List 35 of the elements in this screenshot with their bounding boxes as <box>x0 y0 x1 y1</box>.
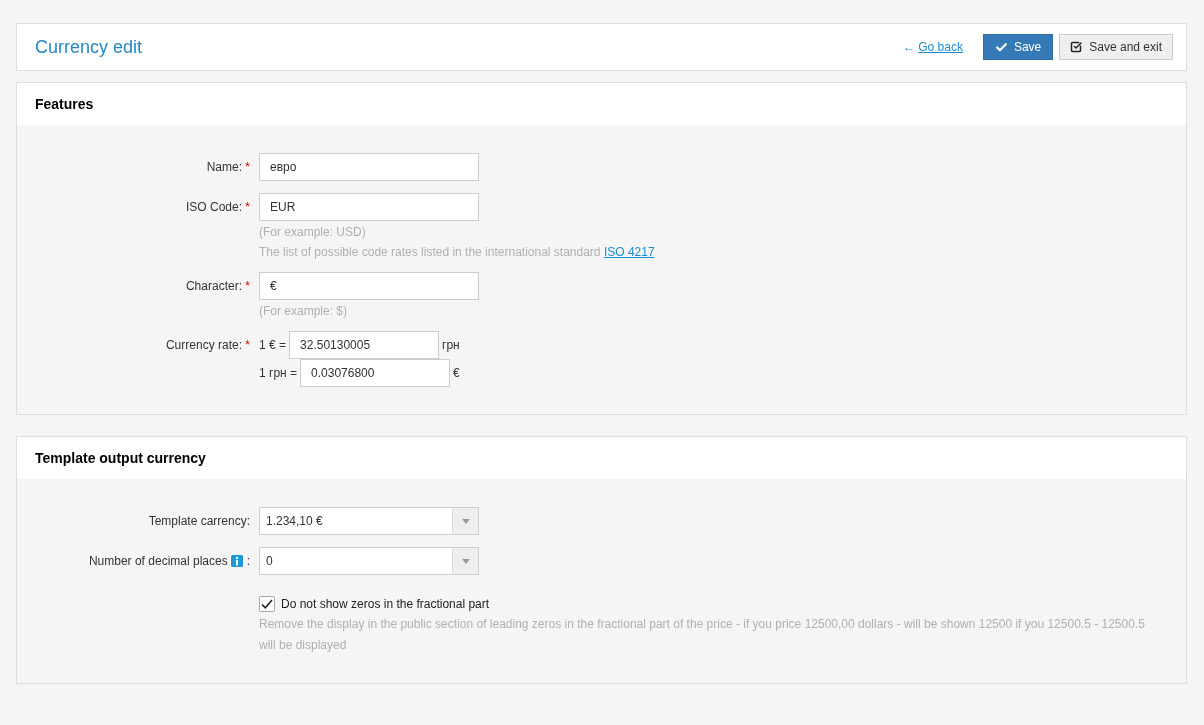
checkmark-icon <box>261 599 273 609</box>
page-title: Currency edit <box>35 35 143 59</box>
save-and-exit-button[interactable]: Save and exit <box>1059 34 1173 60</box>
field-label: ISO Code: * <box>185 199 250 216</box>
panel-title: Features <box>35 94 94 114</box>
rate-unit: грн <box>442 337 460 354</box>
dropdown[interactable]: 0 <box>259 547 479 575</box>
caret-down-icon <box>461 558 470 564</box>
checkbox-label: Do not show zeros in the fractional part <box>281 596 490 613</box>
field-label: Number of decimal places <box>88 553 228 570</box>
help-text: The list of possible code rates listed in the international standard ISO 4217 <box>259 244 656 261</box>
go-back-link[interactable]: ← Go back <box>902 38 963 56</box>
rate-unit: € <box>453 365 460 382</box>
dropdown[interactable]: 1.234,10 € <box>259 507 479 535</box>
field-label: Character: * <box>185 278 250 295</box>
text-field[interactable]: EUR <box>259 193 479 221</box>
panel-title: Template output currency <box>35 448 206 468</box>
checkbox[interactable] <box>259 596 275 612</box>
text-field[interactable]: 0.03076800 <box>300 359 451 387</box>
text-field[interactable]: евро <box>259 153 479 181</box>
field-label: Name: * <box>206 159 250 176</box>
help-text: (For example: $) <box>259 303 349 320</box>
help-text: Remove the display in the public section of leading zeros in the fractional part of the price - if you price 12500,00 dollars - will be shown 12500 if you 12500.5 - 12500.5 will be displayed <box>259 616 1146 654</box>
save-button[interactable]: Save <box>982 34 1054 60</box>
rate-prefix: 1 грн = <box>259 365 298 382</box>
rate-prefix: 1 € = <box>259 337 287 354</box>
caret-down-icon <box>461 518 470 524</box>
colon-text: : <box>246 553 250 570</box>
checked-square-icon <box>1070 41 1083 53</box>
field-label: Template carrency: <box>148 513 250 530</box>
text-field[interactable]: € <box>259 272 479 300</box>
check-icon <box>994 40 1008 54</box>
field-label: Currency rate: * <box>165 337 250 354</box>
help-text: (For example: USD) <box>259 224 367 241</box>
text-field[interactable]: 32.50130005 <box>289 331 440 359</box>
